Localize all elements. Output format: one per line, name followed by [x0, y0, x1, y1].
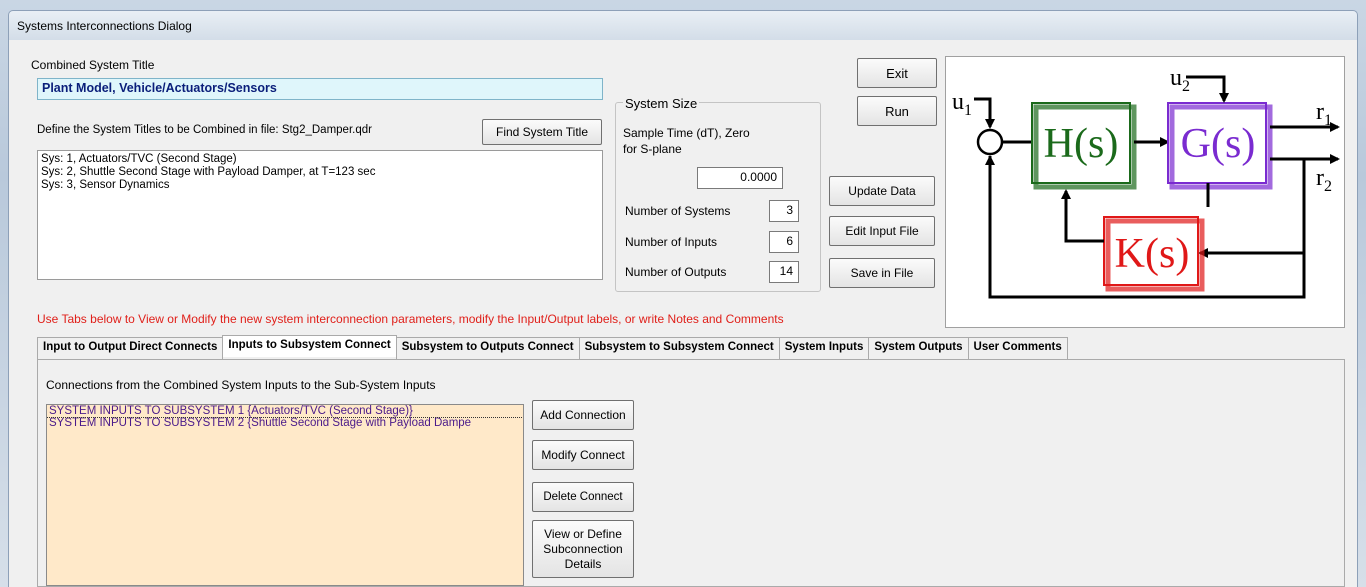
number-of-outputs-input[interactable]: 14	[769, 261, 799, 283]
delete-connect-button[interactable]: Delete Connect	[532, 482, 634, 512]
tab-subsystem-to-outputs[interactable]: Subsystem to Outputs Connect	[395, 337, 580, 359]
instruction-text: Use Tabs below to View or Modify the new…	[37, 312, 784, 326]
modify-connect-button[interactable]: Modify Connect	[532, 440, 634, 470]
number-of-outputs-label: Number of Outputs	[625, 265, 727, 279]
tab-user-comments[interactable]: User Comments	[967, 337, 1068, 359]
tab-strip: Input to Output Direct Connects Inputs t…	[37, 335, 1068, 359]
panel-heading: Connections from the Combined System Inp…	[46, 378, 436, 392]
u1-label: u1	[952, 89, 972, 119]
system-title-line: Sys: 1, Actuators/TVC (Second Stage)	[41, 153, 237, 165]
system-titles-textarea[interactable]: Sys: 1, Actuators/TVC (Second Stage) Sys…	[37, 150, 603, 280]
summing-junction	[976, 128, 1004, 156]
number-of-systems-input[interactable]: 3	[769, 200, 799, 222]
tab-subsystem-to-subsystem[interactable]: Subsystem to Subsystem Connect	[578, 337, 780, 359]
window-title: Systems Interconnections Dialog	[17, 19, 192, 33]
h-block-label: H(s)	[1044, 121, 1119, 167]
tab-inputs-to-subsystem[interactable]: Inputs to Subsystem Connect	[222, 335, 397, 357]
u2-label: u2	[1170, 65, 1190, 95]
block-diagram-svg: H(s) G(s) K(s) u1 u2 r1 r2	[952, 65, 1340, 299]
title-bar: Systems Interconnections Dialog	[8, 10, 1358, 40]
number-of-inputs-label: Number of Inputs	[625, 235, 718, 249]
connections-listbox[interactable]: SYSTEM INPUTS TO SUBSYSTEM 1 {Actuators/…	[46, 404, 524, 586]
view-define-line-3: Details	[564, 556, 602, 571]
view-define-line-1: View or Define	[544, 526, 622, 541]
update-data-button[interactable]: Update Data	[829, 176, 935, 206]
k-block-label: K(s)	[1115, 231, 1190, 277]
sample-time-label: Sample Time (dT), Zero	[623, 126, 750, 140]
list-item[interactable]: SYSTEM INPUTS TO SUBSYSTEM 1 {Actuators/…	[47, 405, 523, 418]
tab-input-to-output[interactable]: Input to Output Direct Connects	[37, 337, 224, 359]
find-system-title-button[interactable]: Find System Title	[482, 119, 602, 145]
sample-time-label-2: for S-plane	[623, 142, 682, 156]
view-define-line-2: Subconnection	[543, 541, 623, 556]
run-button[interactable]: Run	[857, 96, 937, 126]
system-title-line: Sys: 3, Sensor Dynamics	[41, 179, 170, 191]
view-define-subconnection-button[interactable]: View or Define Subconnection Details	[532, 520, 634, 578]
number-of-systems-label: Number of Systems	[625, 204, 731, 218]
exit-button[interactable]: Exit	[857, 58, 937, 88]
define-titles-label: Define the System Titles to be Combined …	[37, 124, 372, 136]
save-in-file-button[interactable]: Save in File	[829, 258, 935, 288]
block-diagram: H(s) G(s) K(s) u1 u2 r1 r2	[945, 56, 1345, 328]
combined-title-input[interactable]: Plant Model, Vehicle/Actuators/Sensors	[37, 78, 603, 100]
g-block-label: G(s)	[1181, 121, 1256, 167]
sample-time-input[interactable]: 0.0000	[697, 167, 783, 189]
edit-input-file-button[interactable]: Edit Input File	[829, 216, 935, 246]
dialog-client: Combined System Title Plant Model, Vehic…	[8, 40, 1358, 587]
tab-system-inputs[interactable]: System Inputs	[778, 337, 870, 359]
combined-title-label: Combined System Title	[31, 58, 155, 72]
r2-label: r2	[1316, 165, 1332, 195]
add-connection-button[interactable]: Add Connection	[532, 400, 634, 430]
r1-label: r1	[1316, 99, 1332, 129]
number-of-inputs-input[interactable]: 6	[769, 231, 799, 253]
system-size-legend: System Size	[623, 96, 700, 111]
tab-system-outputs[interactable]: System Outputs	[868, 337, 969, 359]
system-title-line: Sys: 2, Shuttle Second Stage with Payloa…	[41, 166, 376, 178]
list-item[interactable]: SYSTEM INPUTS TO SUBSYSTEM 2 {Shuttle Se…	[47, 417, 523, 429]
tab-panel: Connections from the Combined System Inp…	[37, 359, 1345, 587]
